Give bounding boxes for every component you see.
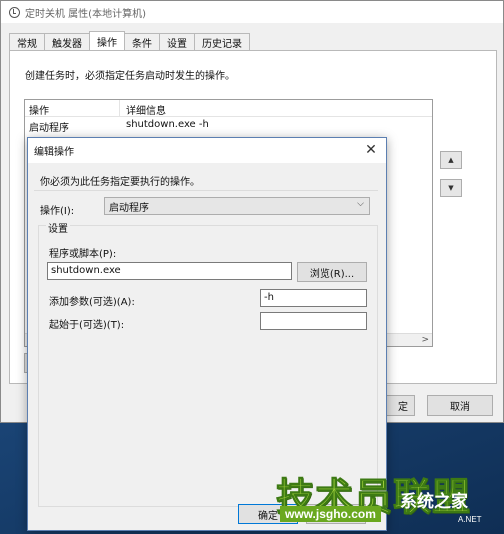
tab-history[interactable]: 历史记录 — [194, 33, 250, 50]
watermark-url: www.jsgho.com — [280, 506, 381, 522]
browse-button[interactable]: 浏览(R)... — [297, 262, 367, 282]
window-title-bar: 定时关机 属性(本地计算机) — [1, 1, 503, 23]
watermark-right-text: 系统之家 — [400, 492, 468, 512]
actions-description: 创建任务时，必须指定任务启动时发生的操作。 — [25, 71, 235, 82]
dialog-title-bar: 编辑操作 ✕ — [28, 138, 386, 163]
window-title: 定时关机 属性(本地计算机) — [25, 8, 146, 20]
cancel-button[interactable]: 取消 — [427, 395, 493, 416]
program-label: 程序或脚本(P): — [49, 249, 117, 260]
chevron-down-icon: ⌵ — [357, 199, 364, 209]
move-up-button[interactable]: ▲ — [440, 151, 462, 169]
tab-settings[interactable]: 设置 — [159, 33, 195, 50]
tab-triggers[interactable]: 触发器 — [44, 33, 90, 50]
watermark-net-text: A.NET — [458, 515, 482, 524]
ok-button-label: 定 — [398, 402, 408, 413]
settings-group-title: 设置 — [46, 220, 70, 235]
scroll-right-icon[interactable]: > — [421, 335, 429, 345]
tab-conditions[interactable]: 条件 — [124, 33, 160, 50]
clock-icon — [9, 6, 20, 18]
triangle-down-icon: ▼ — [448, 184, 454, 192]
dialog-description: 你必须为此任务指定要执行的操作。 — [40, 177, 200, 188]
move-down-button[interactable]: ▼ — [440, 179, 462, 197]
close-icon[interactable]: ✕ — [362, 141, 380, 159]
tab-actions[interactable]: 操作 — [89, 31, 125, 50]
dialog-title: 编辑操作 — [34, 147, 74, 158]
column-header-action[interactable]: 操作 — [25, 100, 120, 117]
program-input[interactable]: shutdown.exe — [47, 262, 292, 280]
arguments-label: 添加参数(可选)(A): — [49, 297, 135, 308]
row-action-cell: 启动程序 — [29, 123, 69, 134]
tab-general[interactable]: 常规 — [9, 33, 45, 50]
row-details-cell: shutdown.exe -h — [126, 119, 209, 130]
arguments-input[interactable]: -h — [260, 289, 367, 307]
triangle-up-icon: ▲ — [448, 156, 454, 164]
start-in-label: 起始于(可选)(T): — [49, 320, 125, 331]
actions-list-header: 操作 详细信息 — [25, 100, 432, 117]
settings-group: 设置 程序或脚本(P): shutdown.exe 浏览(R)... 添加参数(… — [38, 220, 378, 507]
cancel-button-label: 取消 — [450, 402, 470, 413]
action-select[interactable]: 启动程序 ⌵ — [104, 197, 370, 215]
table-row[interactable]: 启动程序 shutdown.exe -h — [25, 117, 432, 134]
action-label: 操作(I): — [40, 206, 75, 217]
divider — [34, 190, 378, 191]
tab-strip: 常规 触发器 操作 条件 设置 历史记录 — [9, 31, 250, 50]
column-header-details[interactable]: 详细信息 — [120, 100, 172, 117]
action-select-value: 启动程序 — [109, 202, 149, 214]
start-in-input[interactable] — [260, 312, 367, 330]
